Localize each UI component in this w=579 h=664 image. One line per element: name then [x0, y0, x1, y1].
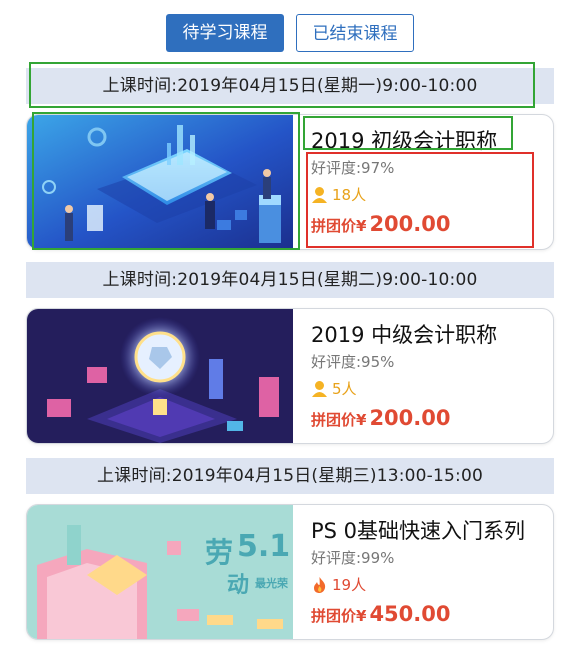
course-card[interactable]: 劳 5.1 动 最光荣 PS 0基础快速入门系列 好评度:99% 19人 拼团价… — [26, 504, 554, 640]
person-icon — [311, 186, 328, 204]
flame-icon — [311, 576, 328, 594]
enrolled-count-label: 5人 — [332, 380, 357, 398]
course-card[interactable]: 2019 中级会计职称 好评度:95% 5人 拼团价¥ 200.00 — [26, 308, 554, 444]
course-thumbnail — [27, 115, 293, 249]
group-price: 拼团价¥ 450.00 — [311, 602, 450, 626]
price-label: 拼团价¥ — [311, 217, 367, 235]
course-thumbnail: 劳 5.1 动 最光荣 — [27, 505, 293, 639]
price-amount: 200.00 — [369, 212, 451, 236]
course-info: 2019 初级会计职称 好评度:97% 18人 拼团价¥ 200.00 — [310, 115, 547, 249]
promo-banner-text: 劳 5.1 动 最光荣 — [205, 529, 293, 611]
tab-pending-courses[interactable]: 待学习课程 — [166, 14, 284, 52]
course-rating: 好评度:95% — [311, 353, 395, 371]
course-thumbnail — [27, 309, 293, 443]
price-label: 拼团价¥ — [311, 607, 367, 625]
group-price: 拼团价¥ 200.00 — [311, 406, 450, 430]
person-icon — [311, 380, 328, 398]
enrolled-count-label: 19人 — [332, 576, 367, 594]
course-title: 2019 中级会计职称 — [311, 323, 498, 347]
course-info: PS 0基础快速入门系列 好评度:99% 19人 拼团价¥ 450.00 — [310, 505, 547, 639]
tab-finished-courses[interactable]: 已结束课程 — [296, 14, 414, 52]
promo-char-1: 劳 — [205, 536, 234, 569]
course-info: 2019 中级会计职称 好评度:95% 5人 拼团价¥ 200.00 — [310, 309, 547, 443]
enrolled-count-label: 18人 — [332, 186, 367, 204]
enrolled-count: 19人 — [311, 574, 366, 595]
class-time-bar: 上课时间:2019年04月15日(星期二)9:00-10:00 — [26, 262, 554, 298]
price-amount: 450.00 — [369, 602, 451, 626]
promo-number: 5.1 — [237, 529, 291, 564]
course-title: 2019 初级会计职称 — [311, 129, 498, 153]
class-time-bar: 上课时间:2019年04月15日(星期一)9:00-10:00 — [26, 68, 554, 104]
price-amount: 200.00 — [369, 406, 451, 430]
course-rating: 好评度:97% — [311, 159, 395, 177]
course-rating: 好评度:99% — [311, 549, 395, 567]
course-title: PS 0基础快速入门系列 — [311, 519, 526, 543]
enrolled-count: 18人 — [311, 184, 366, 205]
price-label: 拼团价¥ — [311, 411, 367, 429]
promo-subtitle: 最光荣 — [255, 577, 288, 590]
class-time-bar: 上课时间:2019年04月15日(星期三)13:00-15:00 — [26, 458, 554, 494]
group-price: 拼团价¥ 200.00 — [311, 212, 450, 236]
course-card[interactable]: 2019 初级会计职称 好评度:97% 18人 拼团价¥ 200.00 — [26, 114, 554, 250]
promo-char-2: 动 — [227, 573, 250, 598]
course-tabs: 待学习课程 已结束课程 — [0, 14, 579, 54]
enrolled-count: 5人 — [311, 378, 357, 399]
